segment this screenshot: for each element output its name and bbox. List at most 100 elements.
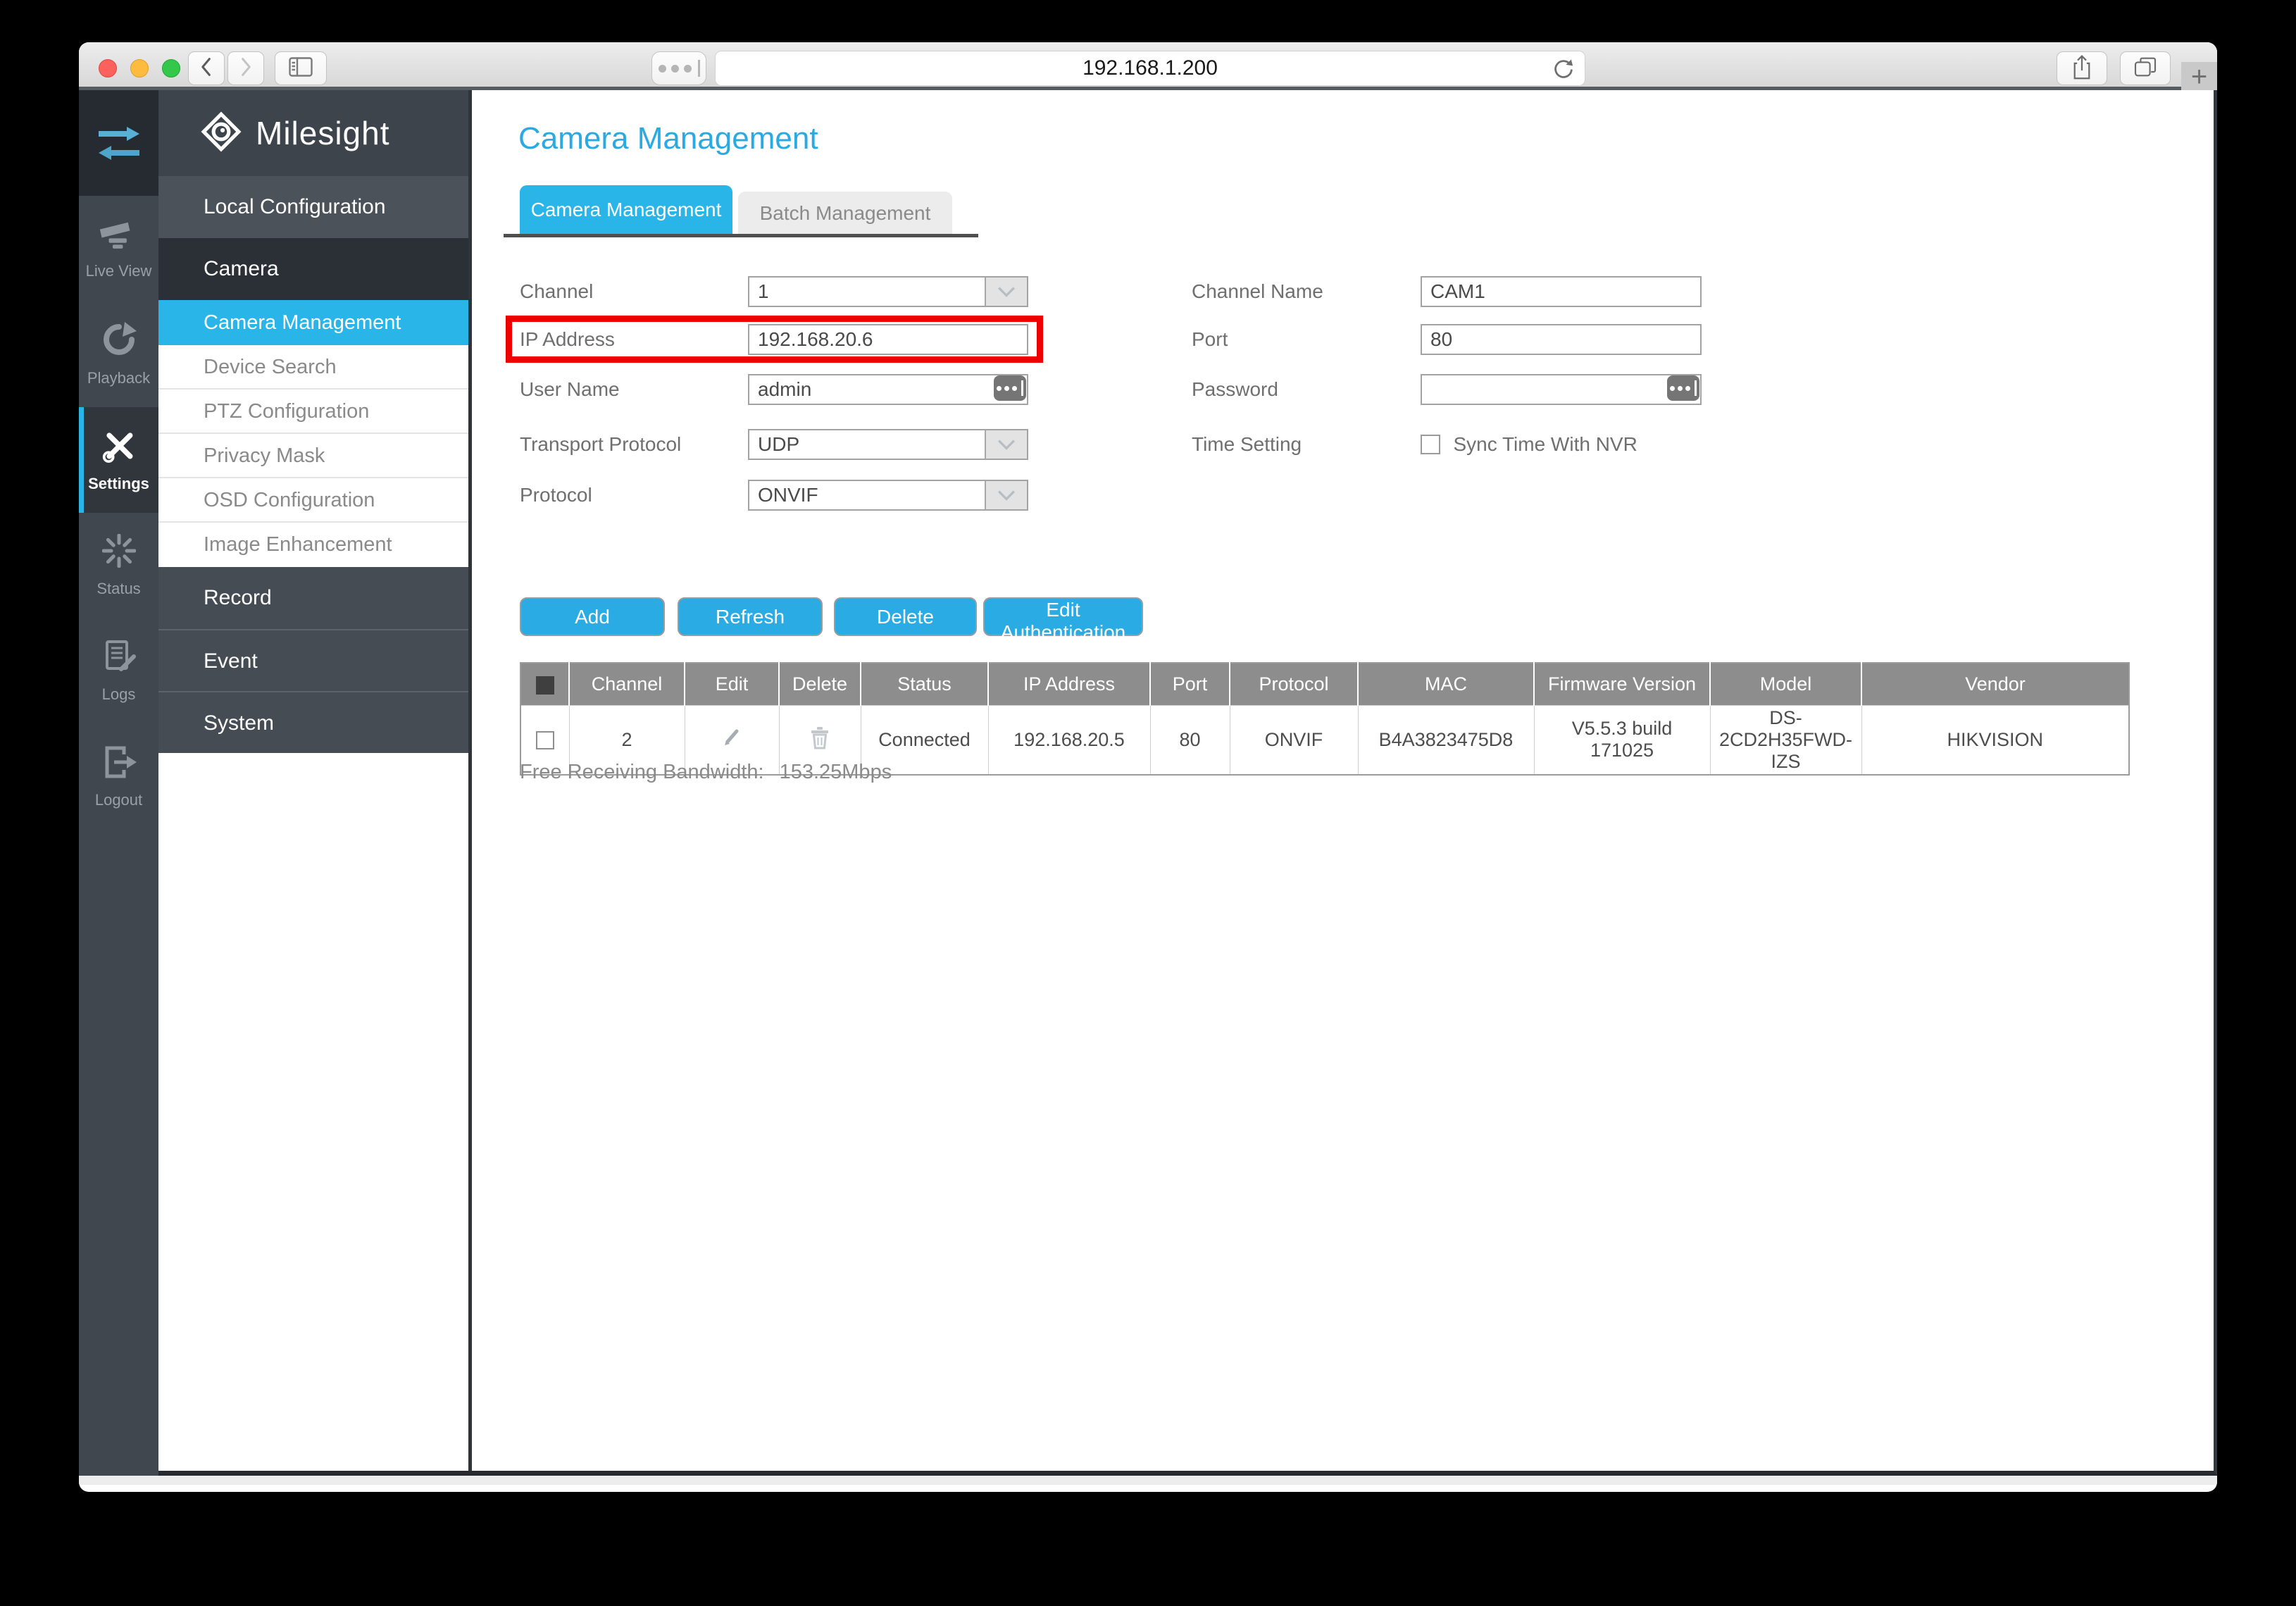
channel-name-label: Channel Name bbox=[1192, 280, 1323, 302]
edit-authentication-button[interactable]: Edit Authentication bbox=[983, 597, 1143, 643]
time-setting-label: Time Setting bbox=[1192, 433, 1302, 455]
col-vendor: Vendor bbox=[1861, 663, 2129, 705]
menu-event[interactable]: Event bbox=[158, 629, 468, 691]
chevron-down-icon[interactable] bbox=[985, 430, 1027, 459]
menu-ptz-configuration[interactable]: PTZ Configuration bbox=[158, 390, 468, 434]
sidebar-toggle-button[interactable] bbox=[275, 51, 327, 85]
keyboard-input-icon[interactable] bbox=[1667, 375, 1699, 401]
delete-button[interactable]: Delete bbox=[834, 597, 977, 636]
share-button[interactable] bbox=[2057, 51, 2107, 85]
protocol-row: Protocol ONVIF bbox=[520, 480, 1041, 511]
row-checkbox[interactable] bbox=[535, 731, 554, 750]
chevron-left-icon bbox=[200, 57, 213, 80]
sidebar-item-settings[interactable]: Settings bbox=[79, 407, 158, 513]
tab-camera-management[interactable]: Camera Management bbox=[520, 185, 732, 235]
user-name-row: User Name bbox=[520, 374, 1041, 405]
col-mac: MAC bbox=[1358, 663, 1535, 705]
table-header-row: Channel Edit Delete Status IP Address Po… bbox=[520, 663, 2129, 705]
sidebar-item-status[interactable]: Status bbox=[79, 513, 158, 618]
new-tab-button[interactable]: + bbox=[2181, 62, 2217, 94]
menu-system[interactable]: System bbox=[158, 691, 468, 753]
menu-privacy-mask[interactable]: Privacy Mask bbox=[158, 434, 468, 478]
reload-icon[interactable] bbox=[1552, 58, 1575, 84]
transport-protocol-label: Transport Protocol bbox=[520, 433, 682, 455]
close-window-button[interactable] bbox=[99, 59, 117, 77]
sidebar-item-playback[interactable]: Playback bbox=[79, 301, 158, 407]
back-button[interactable] bbox=[188, 51, 225, 85]
bandwidth-label: Free Receiving Bandwidth: bbox=[520, 761, 764, 783]
live-view-camera-icon bbox=[99, 218, 139, 254]
select-all-checkbox[interactable] bbox=[535, 676, 554, 695]
sidebar-item-logs[interactable]: Logs bbox=[79, 618, 158, 724]
port-label: Port bbox=[1192, 328, 1228, 350]
cell-model: DS-2CD2H35FWD-IZS bbox=[1710, 704, 1862, 775]
menu-image-enhancement[interactable]: Image Enhancement bbox=[158, 523, 468, 567]
chevron-right-icon bbox=[239, 57, 252, 80]
transport-protocol-value: UDP bbox=[758, 433, 800, 455]
channel-select[interactable]: 1 bbox=[748, 276, 1028, 307]
minimize-window-button[interactable] bbox=[130, 59, 149, 77]
col-status: Status bbox=[861, 663, 989, 705]
col-firmware: Firmware Version bbox=[1534, 663, 1711, 705]
forward-button[interactable] bbox=[227, 51, 264, 85]
settings-tools-icon bbox=[101, 428, 137, 466]
nvr-app: Live View Playback Settings Status Logs … bbox=[79, 90, 2217, 1476]
logs-document-icon bbox=[101, 640, 137, 677]
user-name-input[interactable] bbox=[748, 374, 1028, 405]
edit-pencil-icon[interactable] bbox=[720, 729, 743, 753]
cell-mac: B4A3823475D8 bbox=[1358, 704, 1535, 775]
menu-record[interactable]: Record bbox=[158, 567, 468, 629]
keyboard-input-icon[interactable] bbox=[994, 375, 1026, 401]
sidebar-item-live-view[interactable]: Live View bbox=[79, 196, 158, 301]
protocol-select[interactable]: ONVIF bbox=[748, 480, 1028, 511]
menu-osd-configuration[interactable]: OSD Configuration bbox=[158, 478, 468, 523]
menu-camera-management[interactable]: Camera Management bbox=[158, 300, 468, 345]
refresh-button[interactable]: Refresh bbox=[678, 597, 823, 636]
password-input[interactable] bbox=[1421, 374, 1702, 405]
sidebar-panel-icon bbox=[289, 56, 313, 80]
col-port: Port bbox=[1150, 663, 1230, 705]
url-text: 192.168.1.200 bbox=[1083, 56, 1218, 80]
cell-ip-address: 192.168.20.5 bbox=[988, 704, 1151, 775]
channel-label: Channel bbox=[520, 280, 594, 302]
chevron-down-icon[interactable] bbox=[985, 481, 1027, 509]
channel-row: Channel 1 bbox=[520, 276, 1041, 307]
sidebar-item-label: Playback bbox=[87, 368, 151, 387]
sidebar-item-label: Settings bbox=[88, 474, 149, 492]
brand-name: Milesight bbox=[256, 115, 390, 151]
swap-arrows-icon bbox=[98, 126, 139, 160]
cell-vendor: HIKVISION bbox=[1861, 704, 2129, 775]
ip-address-highlight-box bbox=[506, 316, 1043, 363]
sidebar-item-logout[interactable]: Logout bbox=[79, 724, 158, 830]
browser-toolbar: 192.168.1.200 + bbox=[79, 42, 2217, 94]
channel-name-input[interactable] bbox=[1421, 276, 1702, 307]
three-dots-icon bbox=[658, 60, 700, 77]
share-icon bbox=[2072, 54, 2092, 83]
transport-protocol-row: Transport Protocol UDP bbox=[520, 429, 1041, 460]
collapse-sidebar-button[interactable] bbox=[79, 90, 158, 196]
add-button[interactable]: Add bbox=[520, 597, 665, 636]
menu-camera[interactable]: Camera bbox=[158, 238, 468, 300]
tabs-overview-button[interactable] bbox=[2120, 51, 2171, 85]
transport-protocol-select[interactable]: UDP bbox=[748, 429, 1028, 460]
menu-local-configuration[interactable]: Local Configuration bbox=[158, 176, 468, 238]
camera-table: Channel Edit Delete Status IP Address Po… bbox=[520, 662, 2130, 776]
milesight-logo-icon bbox=[199, 110, 243, 157]
tabs-overview-icon bbox=[2134, 57, 2157, 80]
bandwidth-value: 153.25Mbps bbox=[779, 761, 892, 783]
page-title: Camera Management bbox=[518, 121, 818, 156]
tab-group-dots-button[interactable] bbox=[651, 51, 706, 85]
port-input[interactable] bbox=[1421, 324, 1702, 355]
playback-icon bbox=[101, 321, 137, 361]
tab-batch-management[interactable]: Batch Management bbox=[738, 192, 952, 235]
address-bar[interactable]: 192.168.1.200 bbox=[715, 51, 1585, 86]
chevron-down-icon[interactable] bbox=[985, 278, 1027, 306]
main-pane: Milesight Local Configuration Camera Cam… bbox=[158, 90, 2217, 1476]
sync-time-checkbox[interactable] bbox=[1421, 435, 1440, 454]
content-area: Camera Management Camera Management Batc… bbox=[472, 90, 2214, 1471]
trash-icon[interactable] bbox=[810, 726, 830, 754]
channel-select-value: 1 bbox=[758, 280, 769, 302]
settings-menu: Milesight Local Configuration Camera Cam… bbox=[158, 90, 472, 1471]
zoom-window-button[interactable] bbox=[162, 59, 180, 77]
menu-device-search[interactable]: Device Search bbox=[158, 345, 468, 390]
